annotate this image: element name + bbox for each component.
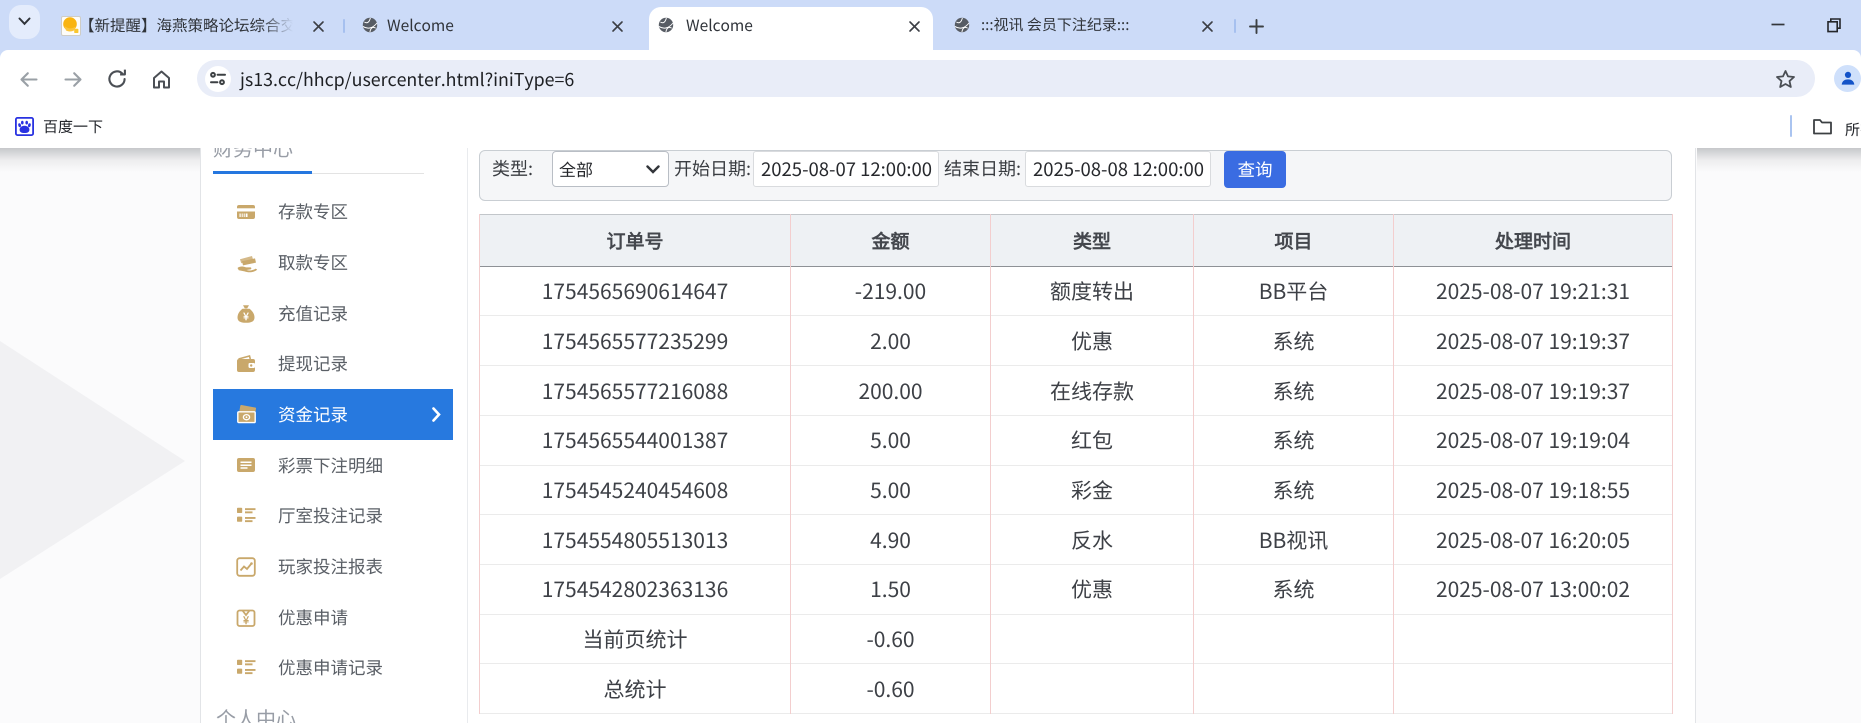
svg-text:¥: ¥ <box>242 613 249 628</box>
svg-text:¥: ¥ <box>242 308 249 323</box>
